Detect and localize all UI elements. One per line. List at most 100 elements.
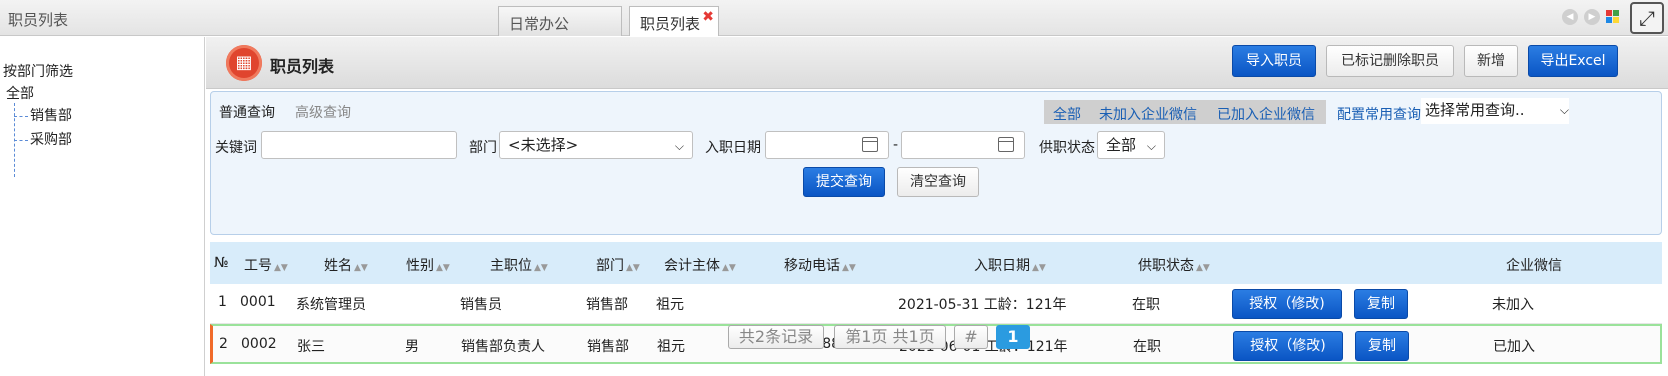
col-phone[interactable]: 移动电话 ▲▼ — [784, 255, 856, 275]
calendar-icon[interactable] — [862, 137, 878, 152]
page-jump-button[interactable]: # — [954, 325, 988, 349]
close-icon[interactable]: ✖ — [702, 9, 714, 25]
col-label: 部门 — [596, 258, 624, 274]
cell-wechat: 已加入 — [1493, 339, 1535, 355]
col-no: № — [214, 255, 229, 271]
submit-query-button[interactable]: 提交查询 — [803, 167, 885, 197]
chevron-down-icon: ⌵ — [1146, 139, 1156, 153]
sort-icon: ▲▼ — [354, 263, 368, 273]
sort-icon: ▲▼ — [1032, 263, 1046, 273]
col-name[interactable]: 姓名 ▲▼ — [324, 255, 368, 275]
col-label: 工号 — [244, 258, 272, 274]
sort-icon: ▲▼ — [274, 263, 288, 273]
top-bar: 职员列表 日常办公（new) 职员列表 ✖ ◀ ▶ ⤢ — [0, 0, 1668, 54]
sort-icon: ▲▼ — [436, 263, 450, 273]
filter-joined[interactable]: 已加入企业微信 — [1217, 104, 1315, 124]
hire-date-start-input[interactable] — [765, 131, 889, 159]
config-common-query-link[interactable]: 配置常用查询 — [1337, 104, 1421, 124]
table-header: № 工号 ▲▼ 姓名 ▲▼ 性别 ▲▼ 主职位 ▲▼ 部门 ▲▼ 会计主体 ▲▼ 移动电话 ▲… — [210, 242, 1662, 284]
import-staff-button[interactable]: 导入职员 — [1232, 45, 1316, 77]
dept-select-value: <未选择> — [508, 136, 579, 154]
sort-icon: ▲▼ — [1196, 263, 1210, 273]
cell-position: 销售部负责人 — [461, 339, 545, 355]
filter-all[interactable]: 全部 — [1053, 104, 1081, 124]
tree-item-purchasing[interactable]: 采购部 — [14, 129, 72, 149]
date-separator: - — [893, 137, 899, 153]
status-select-value: 全部 — [1106, 136, 1137, 154]
employment-status-label: 供职状态 — [1039, 140, 1095, 156]
col-label: 性别 — [406, 258, 434, 274]
sort-icon: ▲▼ — [534, 263, 548, 273]
page-title: 职员列表 — [270, 57, 335, 76]
col-label: 供职状态 — [1138, 258, 1194, 274]
keyword-input[interactable] — [261, 131, 457, 159]
col-gender[interactable]: 性别 ▲▼ — [406, 255, 450, 275]
authorize-edit-button[interactable]: 授权（修改) — [1232, 289, 1342, 319]
tab-daily-office[interactable]: 日常办公（new) — [498, 6, 622, 54]
tree-item-sales[interactable]: 销售部 — [14, 105, 72, 125]
col-label: 会计主体 — [664, 258, 720, 274]
col-code[interactable]: 工号 ▲▼ — [244, 255, 288, 275]
copy-button[interactable]: 复制 — [1354, 289, 1408, 319]
dept-select[interactable]: <未选择> ⌵ — [499, 131, 693, 159]
sort-icon: ▲▼ — [626, 263, 640, 273]
hire-date-end-input[interactable] — [901, 131, 1025, 159]
col-label: 移动电话 — [784, 258, 840, 274]
cell-no: 2 — [219, 336, 228, 352]
chevron-down-icon: ⌵ — [1559, 103, 1569, 117]
tree-root-all[interactable]: 全部 — [6, 83, 34, 103]
dept-filter-panel: 按部门筛选 全部 销售部 采购部 — [0, 37, 205, 376]
col-label: 主职位 — [490, 258, 532, 274]
arrow-right-icon[interactable]: ▶ — [1584, 9, 1600, 25]
common-query-value: 选择常用查询.. — [1425, 101, 1525, 119]
export-excel-button[interactable]: 导出Excel — [1528, 45, 1618, 77]
cell-no: 1 — [218, 294, 227, 310]
col-position[interactable]: 主职位 ▲▼ — [490, 255, 548, 275]
hire-date-label: 入职日期 — [705, 140, 761, 156]
deleted-staff-button[interactable]: 已标记删除职员 — [1326, 45, 1454, 77]
tab-staff-list[interactable]: 职员列表 ✖ — [629, 6, 719, 36]
sort-icon: ▲▼ — [722, 263, 736, 273]
cell-status: 在职 — [1133, 339, 1161, 355]
grid-logo-icon: ▦ — [226, 45, 262, 81]
table-row[interactable]: 1 0001 系统管理员 销售员 销售部 祖元 2021-05-31 工龄：12… — [210, 284, 1662, 324]
employment-status-select[interactable]: 全部 ⌵ — [1097, 131, 1165, 159]
cell-name: 系统管理员 — [296, 297, 366, 313]
col-hire-date[interactable]: 入职日期 ▲▼ — [974, 255, 1046, 275]
col-label: 入职日期 — [974, 258, 1030, 274]
page-info: 第1页 共1页 — [834, 325, 946, 349]
cell-hire-date: 2021-05-31 工龄：121年 — [898, 297, 1067, 313]
page-1-button[interactable]: 1 — [996, 325, 1030, 349]
col-entity[interactable]: 会计主体 ▲▼ — [664, 255, 736, 275]
chevron-down-icon: ⌵ — [674, 139, 684, 153]
common-query-select[interactable]: 选择常用查询.. ⌵ — [1421, 98, 1569, 124]
cell-name: 张三 — [297, 339, 325, 355]
col-wechat: 企业微信 — [1506, 258, 1562, 274]
sort-icon: ▲▼ — [842, 263, 856, 273]
calendar-icon[interactable] — [998, 137, 1014, 152]
cell-status: 在职 — [1132, 297, 1160, 313]
col-status[interactable]: 供职状态 ▲▼ — [1138, 255, 1210, 275]
authorize-edit-button[interactable]: 授权（修改) — [1233, 331, 1343, 361]
keyword-label: 关键词 — [215, 140, 257, 156]
expand-icon[interactable]: ⤢ — [1630, 2, 1664, 34]
filter-not-joined[interactable]: 未加入企业微信 — [1099, 104, 1197, 124]
cell-dept: 销售部 — [587, 339, 629, 355]
dept-filter-title: 按部门筛选 — [3, 64, 73, 80]
clear-query-button[interactable]: 清空查询 — [897, 167, 979, 197]
query-panel: 普通查询 高级查询 全部 未加入企业微信 已加入企业微信 配置常用查询 选择常用… — [210, 91, 1662, 235]
arrow-left-icon[interactable]: ◀ — [1562, 9, 1578, 25]
cell-entity: 祖元 — [656, 297, 684, 313]
tab-normal-query[interactable]: 普通查询 — [219, 102, 275, 122]
tab-advanced-query[interactable]: 高级查询 — [295, 102, 351, 122]
tree-item-label: 销售部 — [30, 108, 72, 124]
app-title: 职员列表 — [8, 11, 69, 29]
cell-wechat: 未加入 — [1492, 297, 1534, 313]
add-button[interactable]: 新增 — [1464, 45, 1518, 77]
windows-icon[interactable] — [1606, 10, 1620, 24]
cell-code: 0002 — [241, 336, 277, 352]
col-dept[interactable]: 部门 ▲▼ — [596, 255, 640, 275]
title-bar: ▦ 职员列表 导入职员 已标记删除职员 新增 导出Excel — [206, 37, 1668, 89]
main-content: ▦ 职员列表 导入职员 已标记删除职员 新增 导出Excel 普通查询 高级查询… — [206, 37, 1668, 376]
copy-button[interactable]: 复制 — [1355, 331, 1409, 361]
